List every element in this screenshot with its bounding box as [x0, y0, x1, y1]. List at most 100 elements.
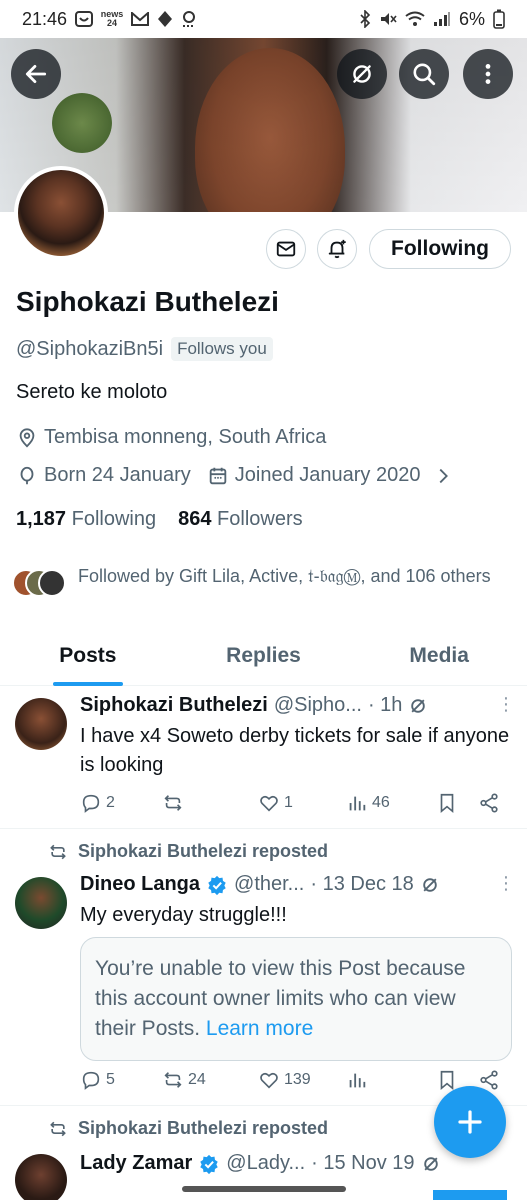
post-item[interactable]: Siphokazi Buthelezi reposted Dineo Langa… [0, 829, 527, 1105]
verified-badge-icon [208, 875, 226, 895]
tab-replies[interactable]: Replies [176, 630, 352, 685]
following-stat[interactable]: 1,187 Following [16, 508, 156, 531]
reply-icon [82, 1071, 100, 1090]
bell-plus-icon [328, 239, 346, 259]
signal-icon [433, 11, 451, 27]
post-author-avatar[interactable] [15, 1154, 67, 1200]
post-time: · 15 Nov 19 [311, 1152, 415, 1174]
views-button[interactable]: 46 [346, 792, 436, 814]
followed-by-text: Followed by Gift Lila, Active, 𝔱-𝔟𝔞𝔤Ⓜ, a… [78, 566, 491, 586]
profile-display-name: Siphokazi Buthelezi [16, 286, 279, 317]
message-button[interactable] [266, 229, 306, 269]
post-more-icon[interactable]: ⋮ [497, 694, 515, 715]
gmail-icon [131, 12, 150, 26]
status-time: 21:46 [22, 8, 68, 29]
mute-icon [379, 10, 397, 28]
grok-button[interactable] [337, 49, 387, 99]
bookmark-icon [440, 1070, 454, 1091]
bookmark-button[interactable] [436, 792, 478, 814]
envelope-icon [276, 241, 296, 257]
followers-label: Followers [217, 508, 303, 530]
post-author-avatar[interactable] [15, 877, 67, 929]
post-author-handle: @Sipho... [273, 694, 362, 716]
home-indicator[interactable] [182, 1186, 346, 1192]
wifi-icon [405, 11, 425, 27]
battery-icon [493, 9, 505, 29]
search-button[interactable] [399, 49, 449, 99]
profile-born: Born 24 January [44, 464, 191, 486]
notify-button[interactable] [317, 229, 357, 269]
reply-button[interactable]: 2 [80, 792, 162, 814]
repost-icon [164, 795, 182, 811]
heart-icon [260, 795, 278, 812]
profile-joined: Joined January 2020 [234, 464, 421, 486]
status-bar: 21:46 news 24 6% [0, 0, 527, 38]
like-button[interactable]: 1 [258, 792, 346, 814]
tab-label: Media [409, 644, 469, 667]
repost-button[interactable] [162, 792, 258, 814]
post-author-name[interactable]: Siphokazi Buthelezi [80, 694, 268, 717]
repost-icon [164, 1072, 182, 1088]
learn-more-link[interactable]: Learn more [206, 1017, 313, 1040]
grok-icon[interactable] [420, 875, 440, 895]
post-time: · 13 Dec 18 [310, 873, 414, 895]
post-author-handle: @Lady... [226, 1152, 306, 1174]
repost-icon [50, 1121, 66, 1136]
post-more-icon[interactable]: ⋮ [497, 873, 515, 894]
back-button[interactable] [11, 49, 61, 99]
following-button[interactable]: Following [369, 229, 511, 269]
partial-media-thumbnail [433, 1190, 507, 1200]
followed-by-row[interactable]: Followed by Gift Lila, Active, 𝔱-𝔟𝔞𝔤Ⓜ, a… [12, 563, 512, 599]
location-pin-icon [19, 427, 35, 448]
compose-post-button[interactable] [434, 1086, 506, 1158]
post-author-name[interactable]: Dineo Langa [80, 873, 200, 896]
grok-icon[interactable] [421, 1154, 441, 1174]
repost-label-row: Siphokazi Buthelezi reposted [48, 1118, 328, 1139]
views-button[interactable] [346, 1069, 436, 1091]
views-chart-icon [349, 1073, 366, 1088]
profile-handle: @SiphokaziBn5i [16, 337, 164, 360]
news24-icon: news 24 [100, 9, 124, 28]
like-button[interactable]: 139 [258, 1069, 346, 1091]
repost-label[interactable]: Siphokazi Buthelezi reposted [78, 841, 328, 862]
following-count: 1,187 [16, 508, 67, 530]
verified-badge-icon [200, 1154, 218, 1174]
tab-posts[interactable]: Posts [0, 630, 176, 686]
bluetooth-icon [359, 10, 371, 28]
post-header: Lady Zamar @Lady... · 15 Nov 19 [80, 1152, 441, 1175]
notification-app-icon [75, 10, 94, 28]
app-icon-2 [181, 10, 197, 28]
profile-location: Tembisa monneng, South Africa [44, 426, 327, 448]
handle-row: @SiphokaziBn5i Follows you [16, 337, 273, 361]
share-button[interactable] [478, 792, 500, 814]
repost-icon [50, 844, 66, 859]
followers-stat[interactable]: 864 Followers [178, 508, 303, 531]
post-author-name[interactable]: Lady Zamar [80, 1152, 192, 1175]
share-icon [480, 793, 498, 813]
post-item[interactable]: Siphokazi Buthelezi @Sipho... · 1h ⋮ I h… [0, 686, 527, 828]
calendar-icon [209, 467, 227, 484]
dates-row[interactable]: Born 24 January Joined January 2020 [16, 464, 454, 487]
tab-media[interactable]: Media [351, 630, 527, 685]
search-icon [413, 63, 436, 86]
follow-stats: 1,187 Following 864 Followers [16, 508, 303, 531]
more-options-button[interactable] [463, 49, 513, 99]
views-chart-icon [349, 796, 366, 811]
balloon-icon [20, 466, 34, 484]
plus-icon [458, 1110, 482, 1134]
followers-count: 864 [178, 508, 212, 530]
profile-avatar[interactable] [14, 166, 108, 260]
post-author-avatar[interactable] [15, 698, 67, 750]
follower-avatar [38, 569, 66, 597]
repost-button[interactable]: 24 [162, 1069, 258, 1091]
reply-button[interactable]: 5 [80, 1069, 162, 1091]
post-text: My everyday struggle!!! [80, 904, 287, 926]
repost-label[interactable]: Siphokazi Buthelezi reposted [78, 1118, 328, 1139]
grok-icon[interactable] [408, 696, 428, 716]
grok-icon [353, 65, 371, 83]
battery-percent: 6% [458, 8, 485, 29]
repost-count: 24 [188, 1071, 206, 1088]
profile-tabs: Posts Replies Media [0, 630, 527, 686]
post-actions: 2 1 46 [80, 792, 510, 814]
limited-post-notice: You’re unable to view this Post because … [80, 937, 512, 1061]
